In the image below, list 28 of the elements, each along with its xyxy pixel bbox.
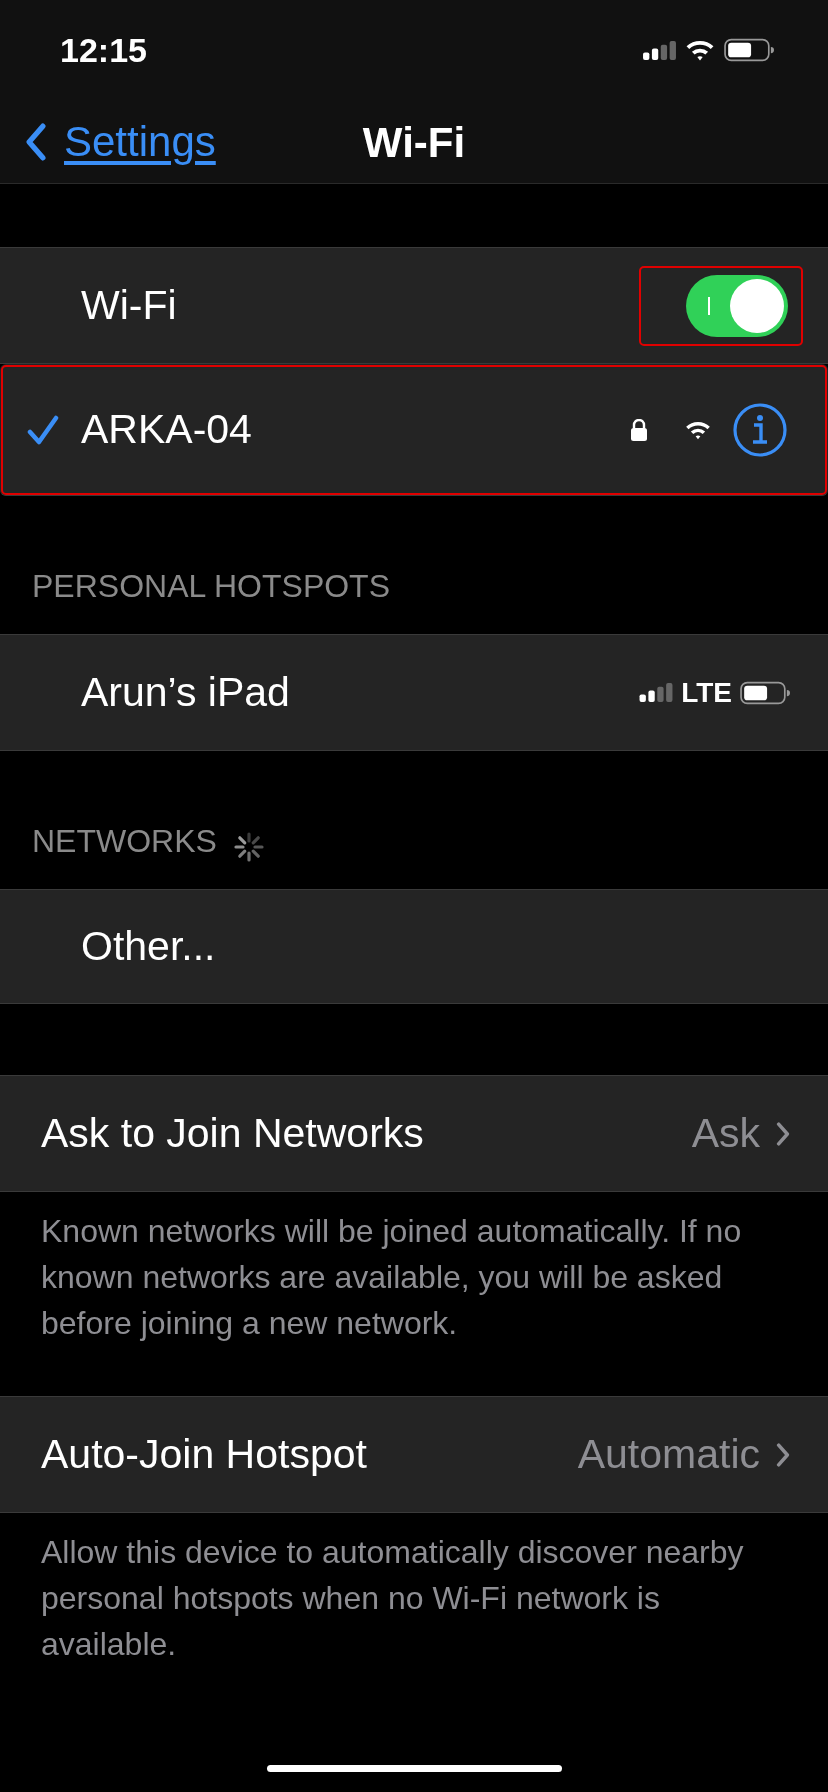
- wifi-label: Wi-Fi: [81, 280, 177, 330]
- battery-icon: [724, 38, 774, 62]
- battery-icon: [740, 680, 790, 705]
- network-row[interactable]: ARKA-04: [0, 364, 828, 496]
- chevron-right-icon: [776, 1442, 790, 1467]
- status-time: 12:15: [60, 29, 147, 71]
- wifi-icon: [684, 419, 712, 440]
- back-chevron-icon: [24, 122, 48, 161]
- signal-icon: [639, 683, 674, 702]
- checkmark-icon: [27, 414, 59, 445]
- section-header: NETWORKS: [32, 822, 217, 861]
- signal-icon: [643, 40, 676, 60]
- setting-value: Automatic: [577, 1429, 760, 1479]
- page-title: Wi-Fi: [362, 118, 466, 165]
- info-icon[interactable]: [732, 401, 788, 458]
- section-header: PERSONAL HOTSPOTS: [32, 567, 390, 606]
- settings-row[interactable]: Ask to Join Networks Ask: [0, 1075, 828, 1192]
- footer-note: Allow this device to automatically discover nearby personal hotspots when no Wi-Fi network is available.: [41, 1534, 744, 1662]
- wifi-icon: [684, 39, 716, 61]
- network-type: LTE: [681, 675, 732, 710]
- setting-value: Ask: [691, 1108, 760, 1158]
- network-name: ARKA-04: [81, 404, 253, 454]
- footer-note: Known networks will be joined automatically. If no known networks are available, you will be asked before joining a new network.: [41, 1213, 742, 1341]
- chevron-right-icon: [776, 1121, 790, 1146]
- network-row[interactable]: Arun’s iPad LTE: [0, 634, 828, 751]
- settings-row[interactable]: Auto-Join Hotspot Automatic: [0, 1396, 828, 1513]
- network-row[interactable]: Other...: [0, 889, 828, 1004]
- back-button[interactable]: Settings: [0, 110, 216, 173]
